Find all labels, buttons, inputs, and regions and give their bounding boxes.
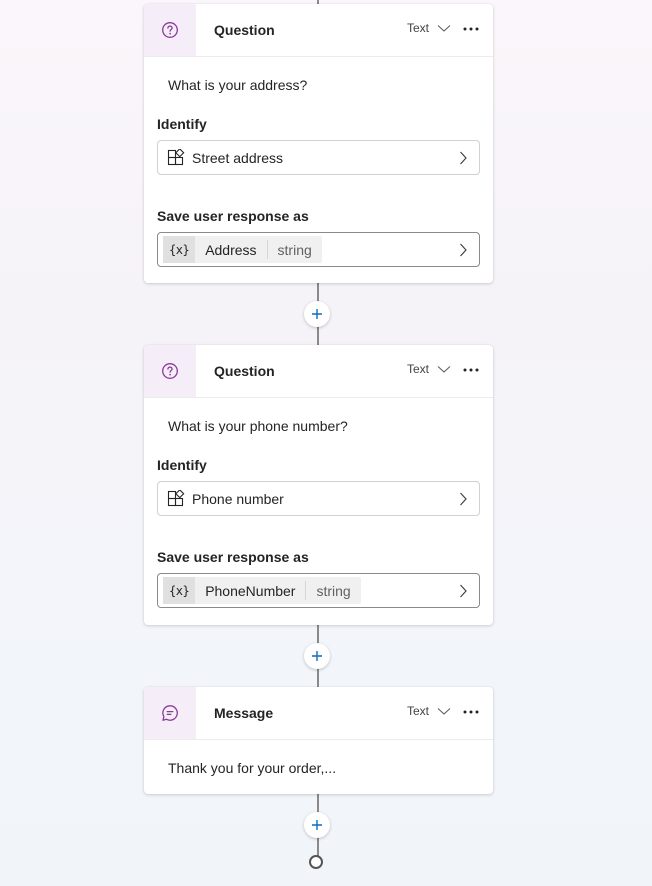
variable-chip: {x} PhoneNumber string <box>163 577 361 604</box>
node-type-label: Text <box>406 704 429 718</box>
identify-label: Identify <box>157 457 207 473</box>
plus-icon <box>312 651 322 661</box>
node-header: Question Text <box>144 345 493 398</box>
identify-entity-value: Street address <box>192 149 284 166</box>
question-node-address[interactable]: Question Text What is your address? Iden… <box>144 4 493 283</box>
more-options-button[interactable] <box>461 359 481 381</box>
identify-entity-selector[interactable]: Phone number <box>157 481 480 516</box>
node-type-selector[interactable]: Text <box>407 21 451 35</box>
save-response-label: Save user response as <box>157 208 309 224</box>
chevron-right-icon <box>460 243 467 257</box>
add-node-button[interactable] <box>304 301 330 327</box>
variable-type: string <box>316 582 351 599</box>
more-horizontal-icon <box>463 27 479 31</box>
node-title: Question <box>214 363 275 379</box>
more-options-button[interactable] <box>461 18 481 40</box>
variable-chip: {x} Address string <box>163 236 322 263</box>
plus-icon <box>312 820 322 830</box>
node-type-selector[interactable]: Text <box>407 704 451 718</box>
question-circle-icon <box>144 345 196 397</box>
variable-type: string <box>277 241 312 258</box>
variable-token: {x} <box>163 236 196 263</box>
variable-name: PhoneNumber <box>195 581 307 600</box>
node-type-selector[interactable]: Text <box>407 362 451 376</box>
question-circle-icon <box>144 4 196 56</box>
entity-icon <box>167 148 185 165</box>
variable-selector[interactable]: {x} PhoneNumber string <box>157 573 480 608</box>
chevron-right-icon <box>460 584 467 598</box>
more-options-button[interactable] <box>461 701 481 723</box>
chevron-down-icon <box>437 25 451 32</box>
node-title: Question <box>214 22 275 38</box>
save-response-label: Save user response as <box>157 549 309 565</box>
chat-bubble-icon <box>144 687 196 739</box>
more-horizontal-icon <box>463 368 479 372</box>
chevron-down-icon <box>437 708 451 715</box>
message-text[interactable]: Thank you for your order,... <box>157 740 480 787</box>
node-title: Message <box>214 705 274 721</box>
flow-end-circle <box>309 855 323 869</box>
node-type-label: Text <box>406 21 429 35</box>
plus-icon <box>312 309 322 319</box>
variable-name: Address <box>195 240 268 259</box>
question-prompt[interactable]: What is your phone number? <box>157 398 480 445</box>
variable-selector[interactable]: {x} Address string <box>157 232 480 267</box>
chevron-down-icon <box>437 366 451 373</box>
identify-entity-selector[interactable]: Street address <box>157 140 480 175</box>
more-horizontal-icon <box>463 710 479 714</box>
variable-token: {x} <box>163 577 196 604</box>
entity-icon <box>167 489 185 506</box>
chevron-right-icon <box>460 151 467 165</box>
node-header: Question Text <box>144 4 493 57</box>
add-node-button[interactable] <box>304 643 330 669</box>
add-node-button[interactable] <box>304 812 330 838</box>
node-header: Message Text <box>144 687 493 740</box>
identify-entity-value: Phone number <box>192 490 284 507</box>
chevron-right-icon <box>460 492 467 506</box>
identify-label: Identify <box>157 116 207 132</box>
question-prompt[interactable]: What is your address? <box>157 57 480 104</box>
message-node[interactable]: Message Text Thank you for your order,..… <box>144 687 493 794</box>
question-node-phone[interactable]: Question Text What is your phone number?… <box>144 345 493 625</box>
node-type-label: Text <box>406 362 429 376</box>
